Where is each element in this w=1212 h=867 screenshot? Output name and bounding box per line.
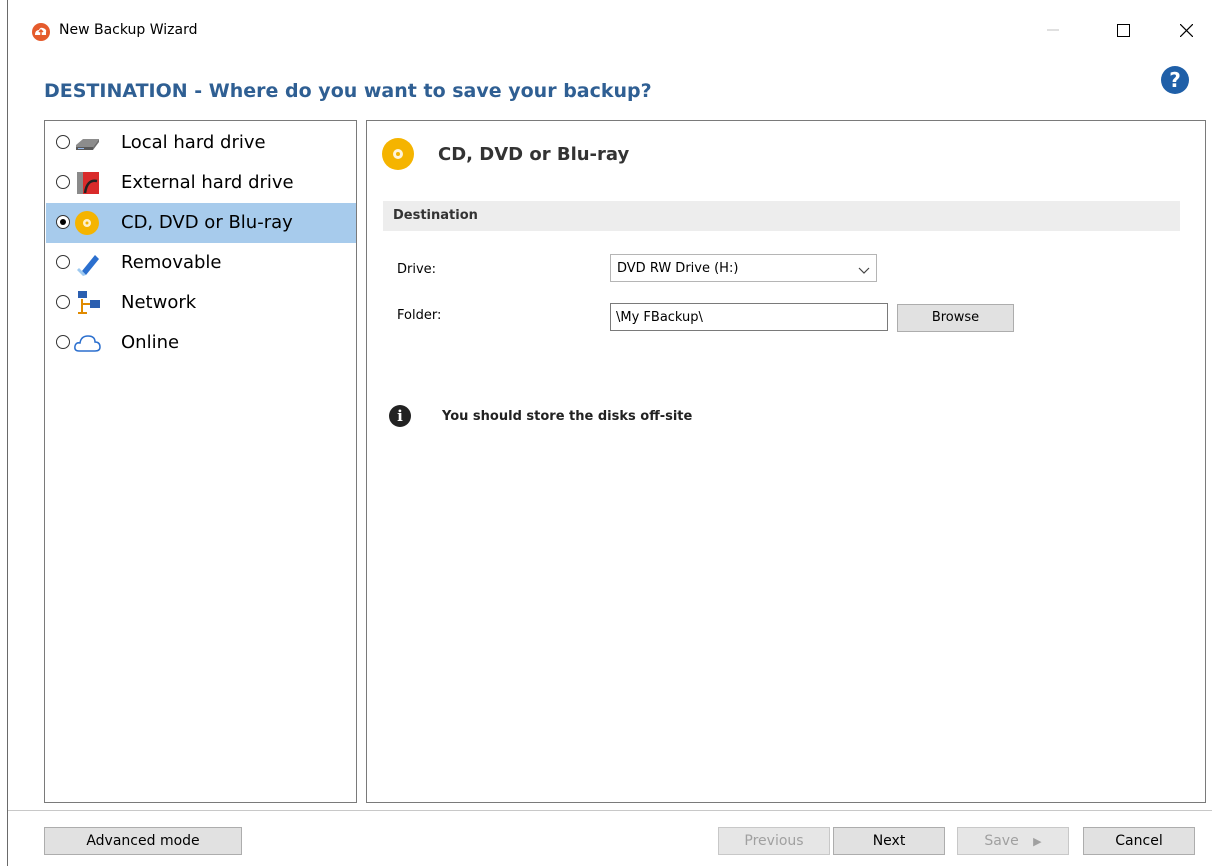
browse-button[interactable]: Browse [897, 304, 1014, 332]
destination-list: Local hard drive External hard drive CD,… [44, 120, 357, 803]
close-button[interactable] [1163, 10, 1209, 50]
destination-label: Removable [121, 252, 222, 273]
footer-divider [8, 810, 1212, 811]
destination-label: Online [121, 332, 180, 353]
destination-label: Network [121, 292, 197, 313]
cloud-icon [73, 329, 101, 357]
maximize-button[interactable] [1100, 10, 1146, 50]
destination-option-network[interactable]: Network [46, 283, 356, 323]
app-logo-icon [32, 23, 50, 41]
next-button[interactable]: Next [833, 827, 945, 855]
window-title: New Backup Wizard [59, 22, 198, 38]
radio-button[interactable] [56, 175, 70, 189]
destination-option-removable[interactable]: Removable [46, 243, 356, 283]
info-icon: i [389, 405, 411, 427]
network-icon [73, 289, 101, 317]
section-title: Destination [393, 208, 478, 223]
destination-label: CD, DVD or Blu-ray [121, 212, 293, 233]
caret-right-icon: ▶ [1033, 835, 1042, 848]
external-drive-icon [73, 169, 101, 197]
details-title: CD, DVD or Blu-ray [438, 144, 630, 165]
destination-label: External hard drive [121, 172, 294, 193]
folder-input[interactable] [610, 303, 888, 331]
destination-option-online[interactable]: Online [46, 323, 356, 363]
usb-stick-icon [73, 249, 101, 277]
disc-icon [73, 209, 101, 237]
folder-label: Folder: [397, 308, 442, 323]
minimize-button[interactable] [1030, 10, 1076, 50]
drive-value: DVD RW Drive (H:) [617, 261, 739, 276]
radio-button[interactable] [56, 295, 70, 309]
page-title: DESTINATION - Where do you want to save … [44, 80, 652, 102]
destination-option-cd-dvd-bluray[interactable]: CD, DVD or Blu-ray [46, 203, 356, 243]
save-label: Save [984, 833, 1019, 849]
cancel-button[interactable]: Cancel [1083, 827, 1195, 855]
save-button[interactable]: Save ▶ [957, 827, 1069, 855]
advanced-mode-button[interactable]: Advanced mode [44, 827, 242, 855]
radio-button[interactable] [56, 135, 70, 149]
drive-label: Drive: [397, 262, 437, 277]
radio-button[interactable] [56, 335, 70, 349]
drive-dropdown[interactable]: DVD RW Drive (H:) [610, 254, 877, 282]
destination-details-panel: CD, DVD or Blu-ray Destination Drive: DV… [366, 120, 1206, 803]
destination-option-local-hard-drive[interactable]: Local hard drive [46, 123, 356, 163]
section-header: Destination [383, 201, 1180, 231]
destination-label: Local hard drive [121, 132, 266, 153]
help-icon[interactable]: ? [1161, 66, 1189, 94]
destination-option-external-hard-drive[interactable]: External hard drive [46, 163, 356, 203]
radio-button[interactable] [56, 215, 70, 229]
hard-drive-icon [73, 129, 101, 157]
previous-button[interactable]: Previous [718, 827, 830, 855]
radio-button[interactable] [56, 255, 70, 269]
title-bar: New Backup Wizard [8, 0, 1212, 62]
disc-icon [381, 137, 415, 171]
info-message: You should store the disks off-site [442, 409, 693, 424]
chevron-down-icon [858, 261, 870, 280]
